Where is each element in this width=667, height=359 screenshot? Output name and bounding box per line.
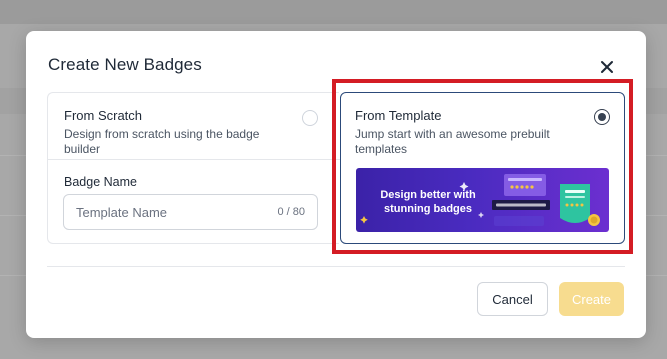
- close-icon[interactable]: [598, 58, 616, 76]
- badge-name-field[interactable]: 0 / 80: [63, 194, 318, 230]
- modal-title: Create New Badges: [48, 55, 202, 74]
- char-counter: 0 / 80: [277, 206, 305, 218]
- badge-source-options: From Scratch Design from scratch using t…: [47, 92, 625, 247]
- from-template-title: From Template: [355, 108, 442, 123]
- card-divider: [48, 159, 340, 160]
- from-template-radio[interactable]: [594, 109, 610, 125]
- badge-name-label: Badge Name: [64, 175, 137, 189]
- badge-name-input[interactable]: [76, 195, 266, 229]
- create-button[interactable]: Create: [559, 282, 624, 316]
- template-preview-banner: Design better with stunning badges: [356, 168, 609, 232]
- from-template-card[interactable]: From Template Jump start with an awesome…: [340, 92, 625, 244]
- from-scratch-title: From Scratch: [64, 108, 143, 123]
- background-topbar: [0, 0, 667, 24]
- cancel-button[interactable]: Cancel: [477, 282, 548, 316]
- from-scratch-radio[interactable]: [302, 110, 318, 126]
- banner-tagline: Design better with stunning badges: [380, 189, 476, 215]
- from-template-description: Jump start with an awesome prebuilt temp…: [355, 127, 550, 156]
- from-scratch-card[interactable]: From Scratch Design from scratch using t…: [47, 92, 340, 244]
- from-scratch-description: Design from scratch using the badge buil…: [64, 127, 260, 156]
- create-badges-modal: Create New Badges From Scratch Design fr…: [26, 31, 646, 338]
- footer-divider: [47, 266, 625, 267]
